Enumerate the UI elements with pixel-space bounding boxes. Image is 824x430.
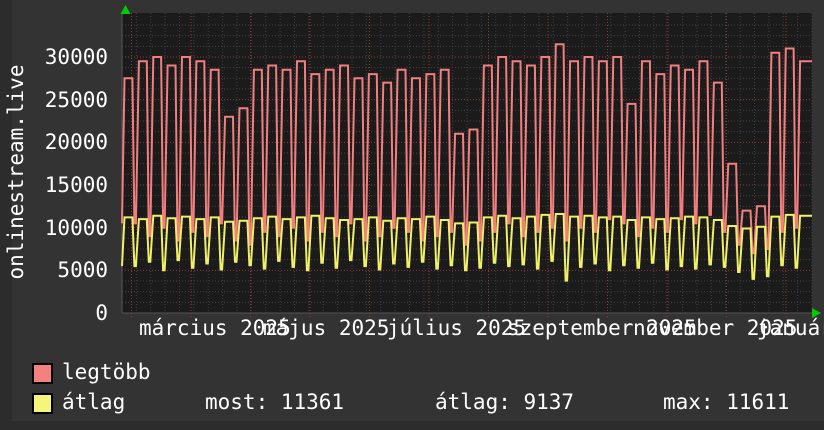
legend-swatch-atlag [32, 393, 53, 414]
y-tick-label: 10000 [44, 215, 108, 240]
x-axis-label: január 2026 [757, 316, 824, 340]
y-tick-label: 30000 [44, 45, 108, 69]
legend-label-legtobb: legtöbb [62, 360, 151, 384]
legend-stat: max: 11611 [663, 390, 790, 414]
legend-stat: most: 11361 [205, 390, 345, 414]
y-tick-label: 0 [95, 301, 108, 325]
munin-graph-panel: onlinestream.live 30000 25000 20000 15000 10… [0, 0, 824, 430]
legend-swatch-legtobb [32, 363, 53, 384]
x-axis-label: május 2025 [263, 316, 390, 340]
y-tick-label: 15000 [44, 173, 108, 197]
y-tick-label: 20000 [44, 130, 108, 155]
legend-label-atlag: átlag [62, 390, 126, 414]
y-tick-label: 25000 [44, 87, 108, 112]
y-tick-label: 5000 [57, 258, 108, 283]
x-axis-label: július 2025 [387, 316, 527, 340]
legend-stat: átlag: 9137 [435, 390, 575, 414]
y-axis-arrow-icon [120, 5, 131, 14]
